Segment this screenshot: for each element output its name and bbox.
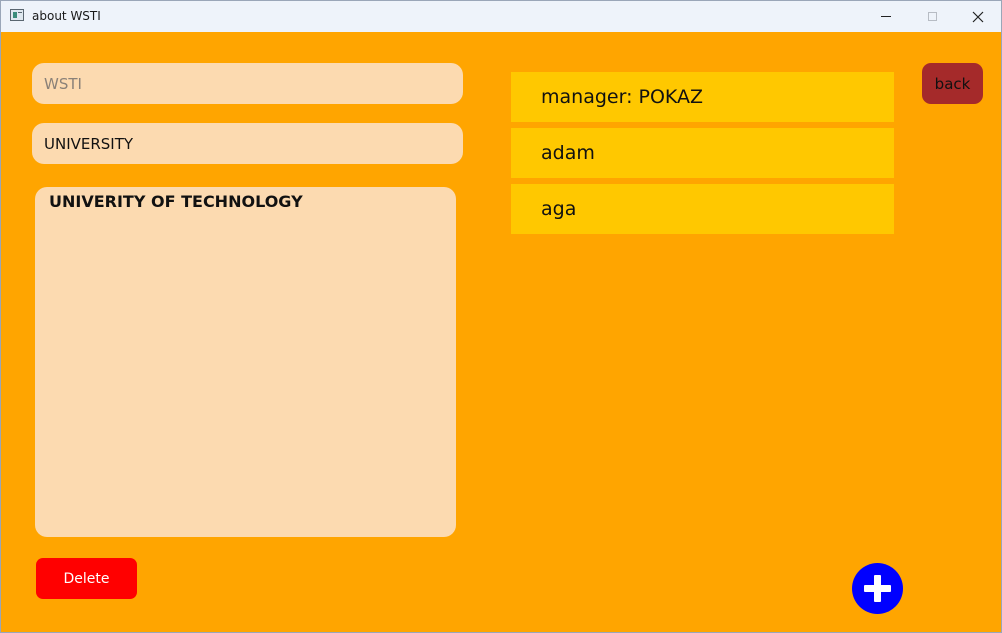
maximize-icon <box>927 12 937 21</box>
member-list: manager: POKAZ adam aga <box>511 72 894 240</box>
close-button[interactable] <box>955 1 1001 32</box>
description-textarea[interactable]: UNIVERITY OF TECHNOLOGY <box>35 187 456 537</box>
name-input[interactable]: WSTI <box>32 63 463 104</box>
type-input[interactable]: UNIVERSITY <box>32 123 463 164</box>
app-window: about WSTI WSTI UNIVERSITY UNIVERITY OF … <box>0 0 1002 633</box>
maximize-button[interactable] <box>909 1 955 32</box>
delete-button[interactable]: Delete <box>36 558 137 599</box>
title-bar[interactable]: about WSTI <box>1 1 1001 32</box>
minimize-button[interactable] <box>863 1 909 32</box>
main-content: WSTI UNIVERSITY UNIVERITY OF TECHNOLOGY … <box>1 32 1001 632</box>
minimize-icon <box>881 16 891 17</box>
close-icon <box>972 11 984 22</box>
plus-icon-vertical <box>874 575 881 602</box>
list-item-aga[interactable]: aga <box>511 184 894 234</box>
window-title: about WSTI <box>32 9 101 23</box>
app-icon <box>10 9 24 21</box>
add-button[interactable] <box>852 563 903 614</box>
back-button[interactable]: back <box>922 63 983 104</box>
list-item-manager[interactable]: manager: POKAZ <box>511 72 894 122</box>
list-item-adam[interactable]: adam <box>511 128 894 178</box>
